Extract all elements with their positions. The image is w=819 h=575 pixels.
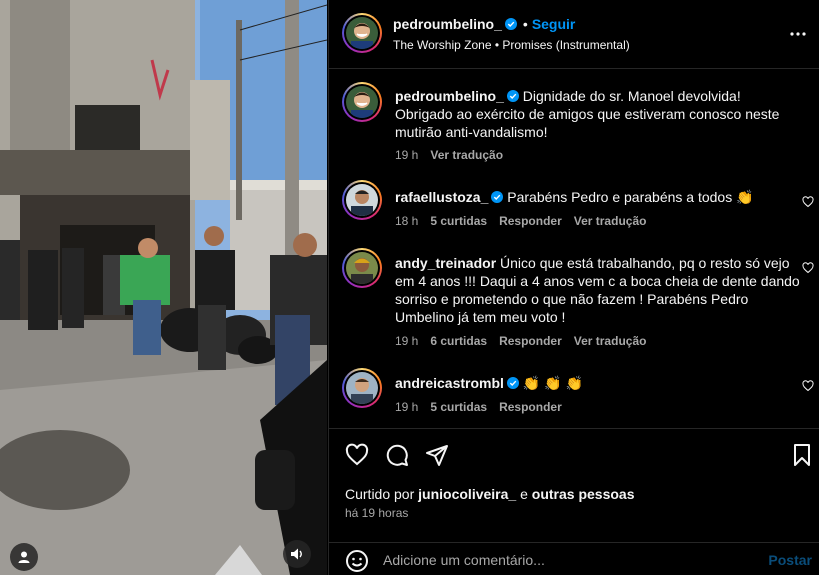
- save-bookmark-icon[interactable]: [790, 443, 814, 467]
- author-avatar[interactable]: [346, 17, 378, 49]
- comment-text: 👏 👏 👏: [522, 375, 583, 391]
- user-icon: [18, 551, 30, 563]
- comment-input[interactable]: [383, 549, 753, 571]
- translate-link[interactable]: Ver tradução: [430, 148, 503, 162]
- caption-time[interactable]: 19 h: [395, 148, 418, 162]
- liked-others-link[interactable]: outras pessoas: [532, 486, 635, 502]
- translate-link[interactable]: Ver tradução: [574, 214, 647, 228]
- verified-badge-icon: [506, 377, 519, 389]
- user-tags-button[interactable]: [10, 543, 38, 571]
- caption-username[interactable]: pedroumbelino_: [395, 88, 504, 104]
- post-actions: Curtido por juniocoliveira_ e outras pes…: [329, 428, 819, 548]
- comment-likes[interactable]: 5 curtidas: [430, 400, 487, 414]
- comment-likes[interactable]: 6 curtidas: [430, 334, 487, 348]
- comment-composer: Postar: [329, 542, 819, 575]
- liked-joiner: e: [520, 486, 528, 502]
- mute-button[interactable]: [283, 540, 311, 568]
- commenter-username[interactable]: andreicastrombl: [395, 375, 504, 391]
- verified-badge-icon: [506, 90, 519, 102]
- commenter-username[interactable]: andy_treinador: [395, 255, 496, 271]
- comment-body: andy_treinador Único que está trabalhand…: [395, 254, 800, 326]
- post-header: pedroumbelino_ • Seguir The Worship Zone •…: [329, 0, 819, 69]
- caption-meta: 19 h Ver tradução: [395, 148, 515, 162]
- comment-time[interactable]: 19 h: [395, 400, 418, 414]
- caption-avatar[interactable]: [346, 86, 378, 118]
- commenter-avatar[interactable]: [346, 184, 378, 216]
- author-username[interactable]: pedroumbelino_: [393, 16, 502, 32]
- reply-button[interactable]: Responder: [499, 400, 562, 414]
- caption-body: pedroumbelino_ Dignidade do sr. Manoel d…: [395, 87, 800, 141]
- comment-time[interactable]: 18 h: [395, 214, 418, 228]
- verified-badge-icon: [504, 18, 517, 30]
- caption-story-ring[interactable]: [342, 82, 382, 122]
- separator-dot: •: [522, 16, 528, 32]
- liked-prefix: Curtido por: [345, 486, 415, 502]
- emoji-icon[interactable]: [345, 549, 369, 573]
- post-comment-button[interactable]: Postar: [768, 552, 812, 568]
- caption: pedroumbelino_ Dignidade do sr. Manoel d…: [329, 82, 819, 177]
- comment-likes[interactable]: 5 curtidas: [430, 214, 487, 228]
- commenter-avatar[interactable]: [346, 252, 378, 284]
- post-panel: pedroumbelino_ • Seguir The Worship Zone •…: [328, 0, 819, 575]
- follow-button[interactable]: Seguir: [532, 16, 576, 32]
- comments-list[interactable]: pedroumbelino_ Dignidade do sr. Manoel d…: [329, 70, 819, 428]
- audio-attribution[interactable]: The Worship Zone • Promises (Instrumenta…: [393, 38, 630, 52]
- speaker-icon: [291, 548, 302, 560]
- commenter-story-ring[interactable]: [342, 248, 382, 288]
- comment-meta: 19 h 5 curtidas Responder: [395, 400, 574, 414]
- comment-item: andy_treinador Único que está trabalhand…: [329, 248, 819, 358]
- commenter-username[interactable]: rafaellustoza_: [395, 189, 488, 205]
- translate-link[interactable]: Ver tradução: [574, 334, 647, 348]
- share-send-icon[interactable]: [425, 443, 449, 467]
- post-timestamp[interactable]: há 19 horas: [345, 506, 408, 520]
- verified-badge-icon: [491, 191, 504, 203]
- heart-outline-icon[interactable]: [802, 262, 814, 274]
- commenter-story-ring[interactable]: [342, 368, 382, 408]
- like-heart-icon[interactable]: [345, 443, 369, 467]
- liked-user-link[interactable]: juniocoliveira_: [418, 486, 516, 502]
- comment-body: rafaellustoza_ Parabéns Pedro e parabéns…: [395, 188, 800, 206]
- comment-bubble-icon[interactable]: [385, 443, 409, 467]
- more-options-button[interactable]: [788, 24, 808, 44]
- reply-button[interactable]: Responder: [499, 334, 562, 348]
- liked-by-line: Curtido por juniocoliveira_ e outras pes…: [345, 486, 635, 502]
- heart-outline-icon[interactable]: [802, 196, 814, 208]
- comment-body: andreicastrombl 👏 👏 👏: [395, 374, 800, 392]
- comment-meta: 18 h 5 curtidas Responder Ver tradução: [395, 214, 658, 228]
- comment-meta: 19 h 6 curtidas Responder Ver tradução: [395, 334, 658, 348]
- comment-item: andreicastrombl 👏 👏 👏 19 h 5 curtidas Resp…: [329, 368, 819, 428]
- commenter-story-ring[interactable]: [342, 180, 382, 220]
- reply-button[interactable]: Responder: [499, 214, 562, 228]
- heart-outline-icon[interactable]: [802, 380, 814, 392]
- video-frame: [0, 0, 327, 575]
- author-line: pedroumbelino_ • Seguir: [393, 16, 575, 32]
- commenter-avatar[interactable]: [346, 372, 378, 404]
- author-story-ring[interactable]: [342, 13, 382, 53]
- comment-time[interactable]: 19 h: [395, 334, 418, 348]
- comment-text: Parabéns Pedro e parabéns a todos 👏: [507, 189, 754, 205]
- more-horizontal-icon: [790, 32, 806, 36]
- comment-item: rafaellustoza_ Parabéns Pedro e parabéns…: [329, 180, 819, 242]
- post-media[interactable]: [0, 0, 327, 575]
